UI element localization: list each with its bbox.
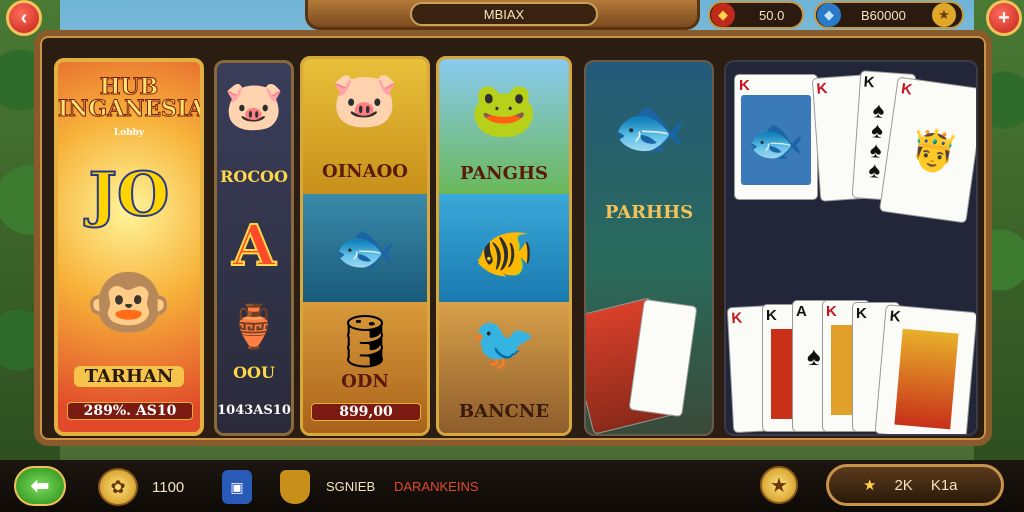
currency-value-2: B60000 [861,7,906,23]
featured-title: HUB INGANESIA [58,74,204,122]
currency-value-1: 50.0 [759,7,785,23]
featured-big-letters: JO [88,159,171,231]
arrow-left-icon: ⬅ [30,473,50,498]
card-rank: K [766,307,777,324]
game-tile-5[interactable]: 🐟 PARHHS [584,60,714,436]
card-rank: K [900,80,914,99]
back-button[interactable]: ‹ [6,0,42,36]
game-2-name-2: OOU [233,363,275,382]
coins-value: 1100 [152,479,185,496]
fish-icon: 🐟 [611,94,687,161]
frog-character-icon: 🐸 [470,80,538,140]
rewards-label: K1a [930,476,958,494]
spade-icon: ♠ ♠ ♠ ♠ [867,97,886,183]
featured-value: 289%. AS10 [67,402,193,420]
badge-icon[interactable] [280,470,310,504]
star-icon: ★ [932,3,956,27]
card-rank: K [815,80,828,98]
plus-icon: + [998,6,1010,29]
game-4-name-2: BANCNE [458,401,550,422]
card-rank: K [739,77,750,94]
game-3-value: 899,00 [311,403,421,421]
card-fish: K 🐟 [734,74,818,200]
star-button[interactable]: ★ [760,466,798,504]
treasure-pot-icon: 🏺 [227,303,281,350]
card-rank: A [796,303,807,320]
featured-subtitle: Lobby [113,128,145,138]
featured-game-tile[interactable]: HUB INGANESIA Lobby JO 🐵 TARHAN 289%. AS… [54,58,204,436]
game-4-name-1: PANGHS [459,163,549,184]
featured-name: TARHAN [74,366,184,387]
coin-icon: ✿ [98,468,138,506]
king-face-icon: 🤴 [906,126,962,177]
chevron-left-icon: ‹ [20,6,28,29]
home-button[interactable]: ⬅ [14,466,66,506]
card-rank: K [863,73,876,92]
game-2-name-1: ROCOO [220,167,288,186]
bottom-label-1: SGNIEB [326,479,376,494]
game-3-name-1: OINAOO [322,161,408,182]
fish-icon: 🐟 [333,220,397,276]
card-rank: K [856,305,867,322]
card-art [894,328,959,430]
currency-pill-2[interactable]: ◆ B60000 ★ [814,1,964,29]
title-label: MBIAX [410,2,598,26]
game-2-big-letter: A [231,212,276,280]
game-tile-3[interactable]: 🐷 OINAOO 🐟 🛢 ODN 899,00 [300,56,430,436]
currency-pill-1[interactable]: ◆ 50.0 [708,1,804,29]
monkey-character-icon: 🐵 [85,263,173,341]
spade-icon: ♠ [807,341,821,371]
card-game-tile[interactable]: K 🐟 K K ♠ ♠ ♠ ♠ K 🤴 K K A ♠ K K K [724,60,978,436]
pig-character-icon: 🐷 [331,70,399,130]
rewards-button[interactable]: ★ 2K K1a [826,464,1004,506]
rewards-value: 2K [894,476,913,494]
card-rank: K [889,307,902,326]
game-tile-2[interactable]: 🐷 ROCOO A 🏺 OOU 1043AS10 [214,60,294,436]
game-5-name: PARHHS [604,202,694,223]
add-button[interactable]: + [986,0,1022,36]
shield-icon[interactable]: ▣ [222,470,252,504]
card-bottom-king: K [874,304,976,434]
fish-icon: 🐟 [741,95,811,185]
card-king: K 🤴 [878,76,976,224]
card-rank: K [730,309,743,328]
pig-character-icon: 🐷 [224,80,284,133]
star-icon: ★ [863,477,877,494]
game-3-name-2: ODN [341,371,389,392]
bird-character-icon: 🐦 [471,315,537,373]
fish-icon: 🐠 [474,228,534,281]
bottom-label-2: DARANKEINS [394,479,479,494]
barrel-icon: 🛢 [331,313,398,371]
gem-icon: ◆ [817,3,841,27]
card-rank: K [826,303,837,320]
game-tile-4[interactable]: 🐸 PANGHS 🐠 🐦 BANCNE [436,56,572,436]
game-2-value: 1043AS10 [217,403,291,418]
ruby-icon: ◆ [711,3,735,27]
